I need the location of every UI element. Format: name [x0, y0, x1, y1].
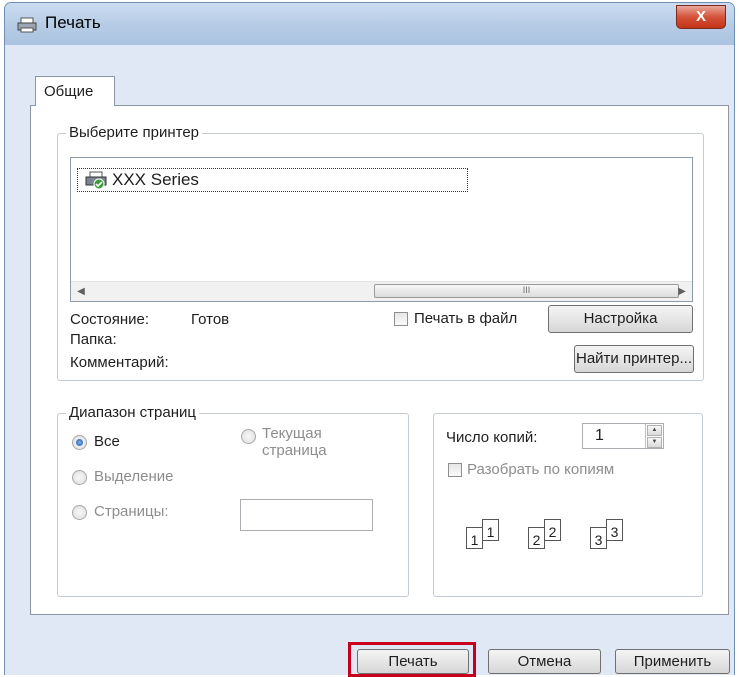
sheet-icon: 1 [482, 519, 499, 541]
page-range-group: Диапазон страниц Все Текущая страница Вы… [57, 404, 409, 597]
print-dialog: Печать X Общие Выберите принтер XXX Seri… [4, 2, 735, 675]
scroll-thumb[interactable]: III [374, 284, 679, 298]
comment-label: Комментарий: [70, 354, 169, 371]
spin-down-icon[interactable]: ▼ [647, 437, 662, 448]
title-bar[interactable]: Печать X [5, 3, 734, 45]
page-range-legend: Диапазон страниц [66, 404, 199, 421]
sheet-icon: 3 [606, 519, 623, 541]
print-to-file-label: Печать в файл [414, 310, 518, 327]
copies-label: Число копий: [446, 429, 538, 446]
tab-panel-general: Выберите принтер XXX Series ◀ III ▶ Сост… [30, 105, 729, 615]
pages-input[interactable] [240, 499, 373, 531]
collate-illustration: 1 1 2 2 3 3 [458, 509, 658, 559]
collate-label: Разобрать по копиям [467, 461, 615, 478]
range-current-page-radio[interactable] [241, 429, 256, 444]
collate-checkbox[interactable] [448, 463, 462, 477]
sheet-icon: 2 [528, 527, 545, 549]
copies-group: Число копий: 1 ▲ ▼ Разобрать по копиям 1… [433, 413, 703, 597]
print-to-file-checkbox[interactable] [394, 312, 408, 326]
sheet-icon: 2 [544, 519, 561, 541]
copies-spinner[interactable]: 1 ▲ ▼ [582, 423, 664, 449]
printer-group: Выберите принтер XXX Series ◀ III ▶ Сост… [57, 124, 704, 381]
sheet-icon: 1 [466, 527, 483, 549]
printer-list[interactable]: XXX Series ◀ III ▶ [70, 157, 693, 302]
tab-general-label: Общие [44, 83, 94, 100]
print-button-highlight [348, 642, 476, 677]
scroll-right-icon[interactable]: ▶ [674, 284, 690, 300]
scroll-left-icon[interactable]: ◀ [73, 284, 89, 300]
status-label: Состояние: [70, 311, 150, 328]
close-icon: X [695, 8, 706, 25]
printer-icon [17, 17, 37, 33]
window-title: Печать [45, 13, 101, 32]
range-selection-radio[interactable] [72, 470, 87, 485]
printer-settings-button[interactable]: Настройка [548, 305, 693, 333]
folder-label: Папка: [70, 331, 117, 348]
status-value: Готов [191, 311, 230, 328]
range-current-page-label-2: страница [262, 442, 327, 459]
copies-value: 1 [595, 427, 604, 444]
range-pages-radio[interactable] [72, 505, 87, 520]
range-pages-label: Страницы: [94, 503, 169, 520]
range-current-page-label-1: Текущая [262, 425, 322, 442]
printer-group-legend: Выберите принтер [66, 124, 202, 141]
spin-up-icon[interactable]: ▲ [647, 425, 662, 436]
find-printer-button[interactable]: Найти принтер... [574, 345, 694, 373]
scroll-grip-icon: III [522, 285, 531, 295]
horizontal-scrollbar[interactable]: ◀ III ▶ [71, 281, 692, 301]
printer-name: XXX Series [112, 170, 199, 189]
close-button[interactable]: X [676, 5, 726, 29]
sheet-icon: 3 [590, 527, 607, 549]
copies-spin-buttons[interactable]: ▲ ▼ [645, 424, 663, 448]
range-all-radio[interactable] [72, 435, 87, 450]
apply-button[interactable]: Применить [615, 649, 730, 674]
cancel-button[interactable]: Отмена [488, 649, 601, 674]
range-selection-label: Выделение [94, 468, 174, 485]
printer-list-item[interactable]: XXX Series [77, 168, 468, 192]
range-all-label: Все [94, 433, 120, 450]
printer-ready-icon [85, 171, 107, 190]
tab-general[interactable]: Общие [35, 76, 115, 106]
